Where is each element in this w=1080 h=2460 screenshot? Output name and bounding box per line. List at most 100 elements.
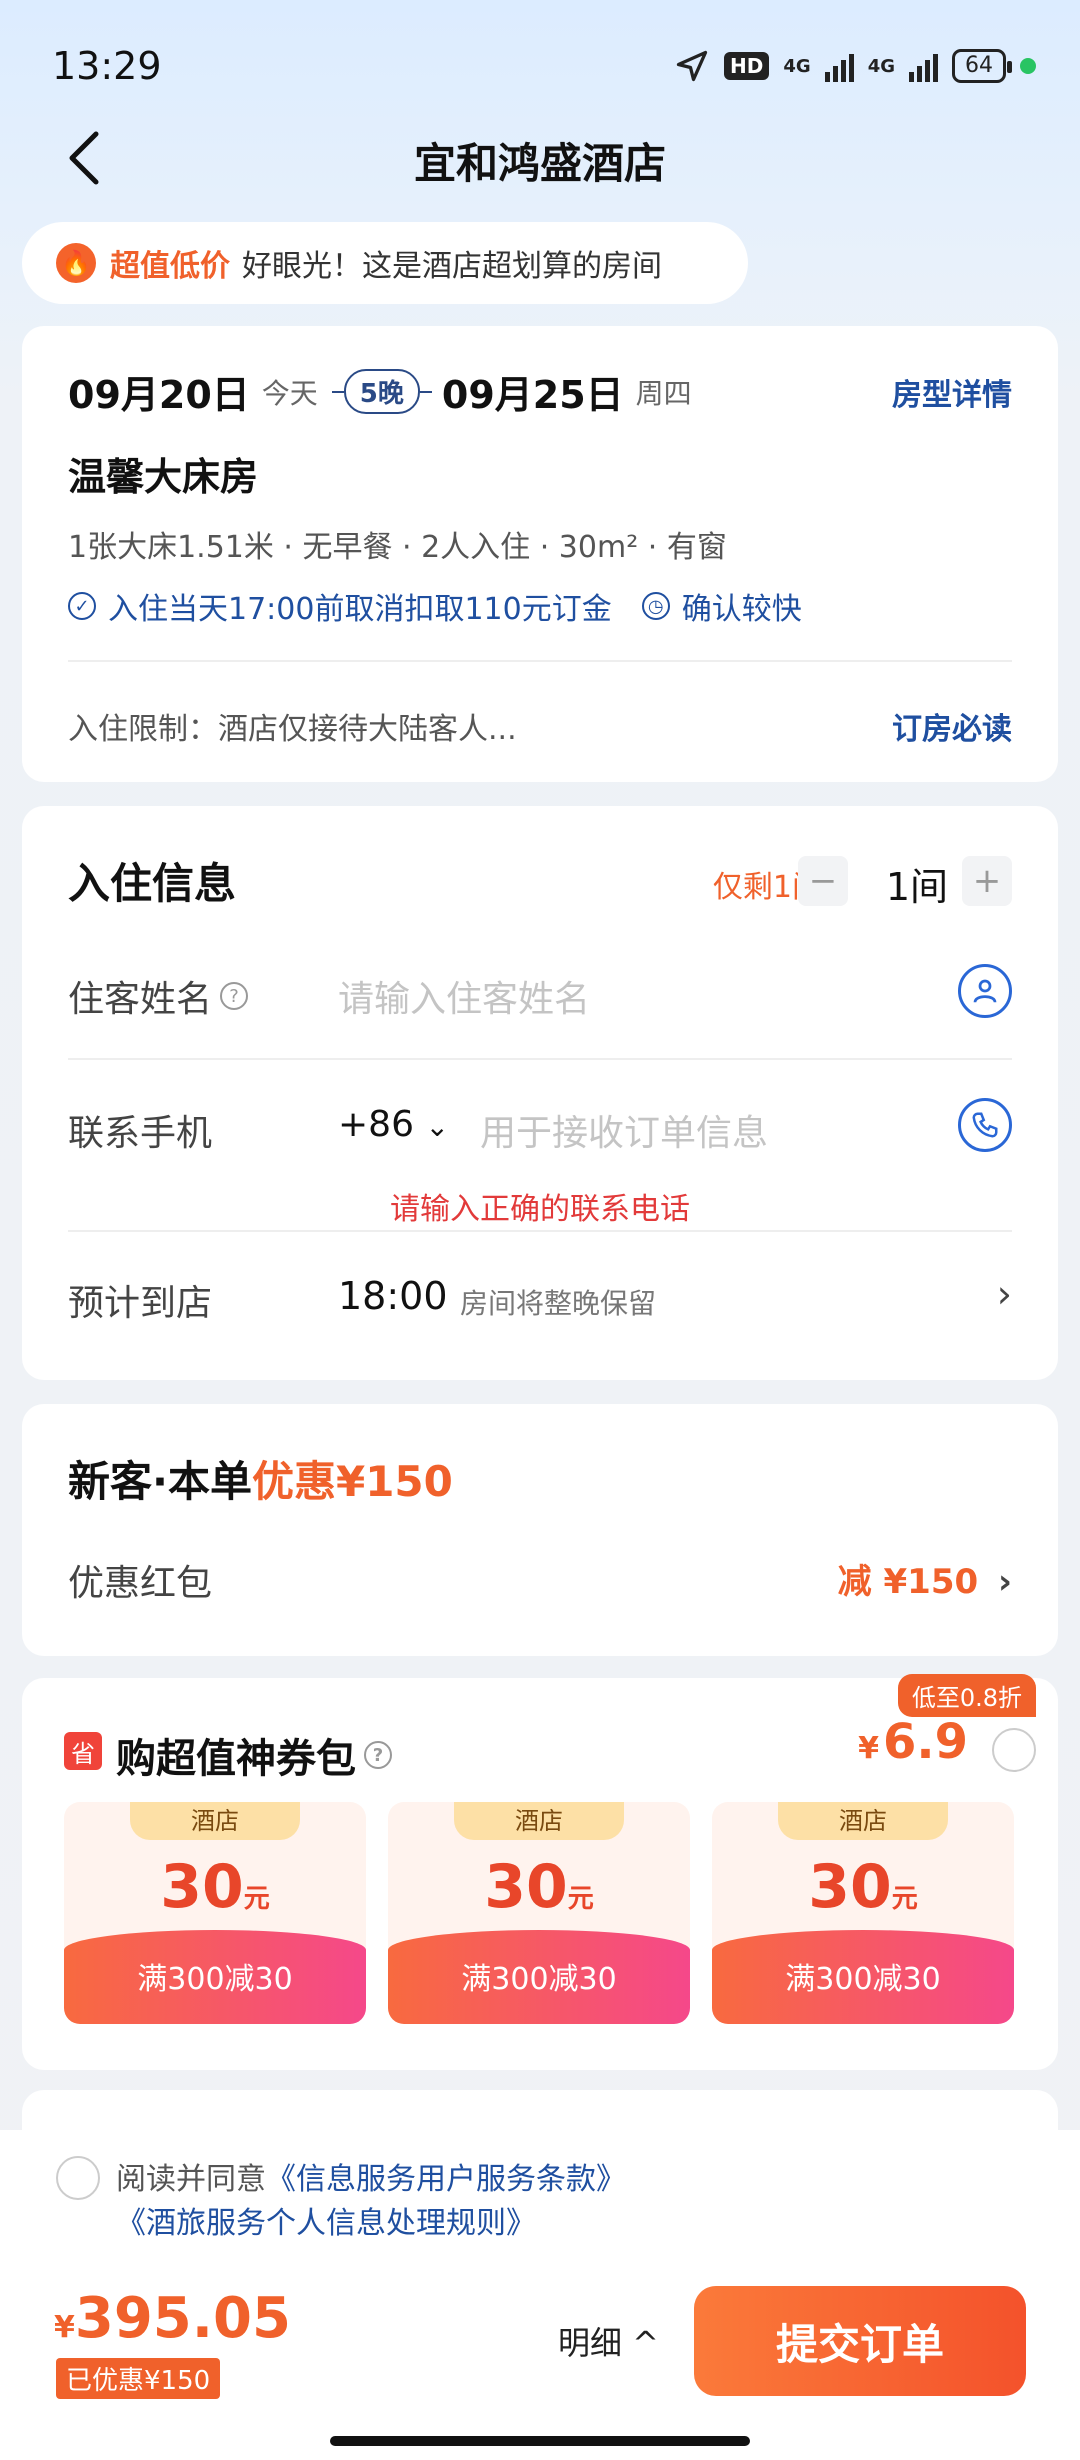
coupon-pack-price-value: 6.9 <box>882 1714 968 1770</box>
policy-row: ✓ 入住当天17:00前取消扣取110元订金 ◷ 确认较快 <box>68 584 802 628</box>
discount-title-highlight: 优惠¥150 <box>251 1457 453 1506</box>
room-name: 温馨大床房 <box>68 455 259 499</box>
status-time: 13:29 <box>52 44 162 88</box>
guest-info-title: 入住信息 <box>68 859 237 908</box>
submit-order-button[interactable]: 提交订单 <box>694 2286 1026 2396</box>
phone-error-message: 请输入正确的联系电话 <box>390 1192 690 1227</box>
must-read-link[interactable]: 订房必读 <box>892 704 1012 748</box>
guest-name-label: 住客姓名 ? <box>68 970 249 1022</box>
privacy-dot-icon <box>1020 58 1036 74</box>
coupon-tag: 酒店 <box>454 1802 624 1840</box>
check-circle-icon: ✓ <box>68 592 96 620</box>
country-code-value: +86 <box>338 1104 414 1145</box>
checkin-restriction: 入住限制：酒店仅接待大陆客人... <box>68 712 517 747</box>
room-detail-link[interactable]: 房型详情 <box>892 370 1012 414</box>
coupon-amount: 30元 <box>388 1852 690 1922</box>
checkin-date: 09月20日 <box>68 373 250 417</box>
price-detail-toggle[interactable]: 明细 ^ <box>558 2318 659 2364</box>
discount-tag: 低至0.8折 <box>897 1674 1036 1717</box>
coupon-pack-title: 购超值神券包 ? <box>116 1726 392 1784</box>
phone-input[interactable]: 用于接收订单信息 <box>480 1104 768 1156</box>
divider <box>68 660 1012 662</box>
room-decrement-button[interactable]: − <box>798 856 848 906</box>
privacy-link[interactable]: 《酒旅服务个人信息处理规则》 <box>116 2206 536 2241</box>
coupon-amount: 30元 <box>64 1852 366 1922</box>
saved-badge: 已优惠¥150 <box>56 2358 221 2399</box>
signal-icon-2 <box>909 50 938 82</box>
room-count: 1间 <box>885 865 948 909</box>
user-icon <box>973 979 997 1003</box>
arrival-time[interactable]: 18:00 <box>338 1274 448 1318</box>
coupon-pack-title-text: 购超值神券包 <box>116 1736 356 1782</box>
location-arrow-icon <box>676 50 708 82</box>
coupon-item: 酒店 30元 满300减30 <box>64 1802 366 2024</box>
room-increment-button[interactable]: + <box>962 856 1012 906</box>
country-code-select[interactable]: +86 ⌄ <box>338 1104 449 1145</box>
checkin-day: 今天 <box>261 376 318 410</box>
divider <box>68 1230 1012 1232</box>
redpacket-label: 优惠红包 <box>68 1563 213 1604</box>
booking-summary-card: 09月20日 今天 5晚 09月25日 周四 房型详情 温馨大床房 1张大床1.… <box>22 326 1058 782</box>
coupon-amount: 30元 <box>712 1852 1014 1922</box>
nights-badge: 5晚 <box>343 369 420 414</box>
total-price-value: 395.05 <box>74 2286 291 2351</box>
agreement-prefix: 阅读并同意 <box>116 2162 266 2197</box>
redpacket-value[interactable]: 减 ¥150 › <box>838 1554 1012 1603</box>
clock-icon: ◷ <box>641 592 670 620</box>
guest-info-card: 入住信息 仅剩1间 − 1间 + 住客姓名 ? 请输入住客姓名 联系手机 +86… <box>22 806 1058 1380</box>
promo-highlight: 超值低价 <box>110 249 230 284</box>
discount-title-prefix: 新客·本单 <box>68 1457 252 1506</box>
phone-icon <box>972 1112 998 1138</box>
agreement-text: 阅读并同意《信息服务用户服务条款》《酒旅服务个人信息处理规则》 <box>116 2158 1016 2246</box>
network-type-1: 4G <box>783 55 811 77</box>
discount-title: 新客·本单优惠¥150 <box>68 1448 453 1509</box>
home-indicator[interactable] <box>330 2436 750 2446</box>
agreement-checkbox[interactable] <box>56 2156 100 2200</box>
save-badge-icon: 省 <box>64 1732 102 1770</box>
checkout-day: 周四 <box>635 376 692 410</box>
hd-voice-icon: HD <box>724 52 770 80</box>
battery-icon: 64 <box>952 49 1012 83</box>
confirm-speed: 确认较快 <box>681 592 802 627</box>
coupon-pack-card: 省 购超值神券包 ? 低至0.8折 ¥6.9 酒店 30元 满300减30 酒店… <box>22 1674 1058 2070</box>
nights-indicator: 5晚 <box>331 369 432 414</box>
guest-name-input[interactable]: 请输入住客姓名 <box>338 970 590 1022</box>
help-icon[interactable]: ? <box>364 1741 392 1769</box>
phone-label: 联系手机 <box>68 1113 213 1154</box>
coupon-rule: 满300减30 <box>388 1930 690 2024</box>
network-type-2: 4G <box>867 55 895 77</box>
chevron-down-icon: ⌄ <box>425 1110 449 1143</box>
help-icon[interactable]: ? <box>220 982 249 1010</box>
coupon-tag: 酒店 <box>778 1802 948 1840</box>
coupon-unit: 元 <box>243 1884 270 1914</box>
coupon-amount-value: 30 <box>160 1852 244 1922</box>
terms-link[interactable]: 《信息服务用户服务条款》 <box>266 2162 626 2197</box>
coupon-rule: 满300减30 <box>712 1930 1014 2024</box>
coupon-pack-price: ¥6.9 <box>858 1714 968 1770</box>
status-icons: HD 4G 4G 64 <box>674 48 1036 84</box>
phone-picker-button[interactable] <box>958 1098 1012 1152</box>
coupon-item: 酒店 30元 满300减30 <box>388 1802 690 2024</box>
stay-dates: 09月20日 今天 5晚 09月25日 周四 <box>68 364 702 419</box>
signal-icon-1 <box>824 50 854 82</box>
coupon-rule: 满300减30 <box>64 1930 366 2024</box>
total-price: ¥395.05 <box>54 2286 291 2351</box>
guest-name-label-text: 住客姓名 <box>68 979 213 1020</box>
chevron-right-icon: › <box>997 1562 1012 1602</box>
currency-symbol: ¥ <box>858 1731 879 1766</box>
contacts-picker-button[interactable] <box>958 964 1012 1018</box>
value-promo-banner: 🔥 超值低价 好眼光！这是酒店超划算的房间 <box>22 222 748 304</box>
redpacket-amount: 减 ¥150 <box>837 1562 979 1602</box>
coupon-unit: 元 <box>891 1884 918 1914</box>
cancel-policy: 入住当天17:00前取消扣取110元订金 <box>108 592 612 627</box>
coupon-pack-checkbox[interactable] <box>992 1728 1036 1772</box>
arrival-hint: 房间将整晚保留 <box>460 1287 657 1320</box>
room-meta: 1张大床1.51米 · 无早餐 · 2人入住 · 30m² · 有窗 <box>68 530 727 565</box>
chevron-right-icon[interactable]: › <box>997 1272 1012 1316</box>
arrival-label: 预计到店 <box>68 1283 213 1324</box>
divider <box>68 1058 1012 1060</box>
coupon-unit: 元 <box>567 1884 594 1914</box>
coupon-item: 酒店 30元 满300减30 <box>712 1802 1014 2024</box>
currency-symbol: ¥ <box>54 2310 75 2345</box>
coupon-tag: 酒店 <box>130 1802 300 1840</box>
